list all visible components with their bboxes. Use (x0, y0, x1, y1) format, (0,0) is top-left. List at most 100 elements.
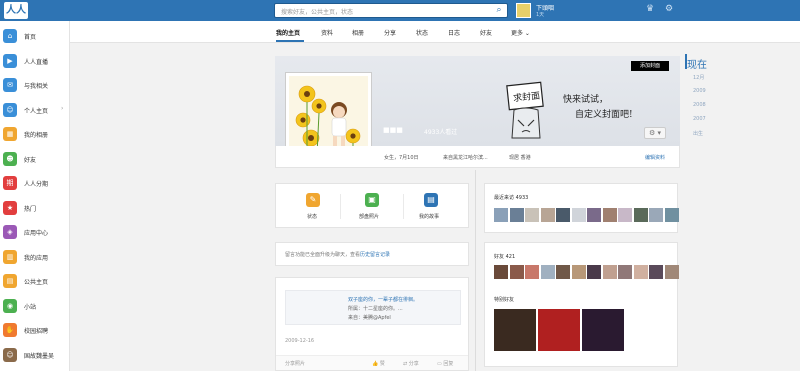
year-item[interactable]: 2009 (693, 88, 706, 94)
search-placeholder: 搜索好友，公共主页，状态 (281, 9, 354, 16)
visitor-avatar[interactable] (618, 208, 632, 222)
tab-friends[interactable]: 好友 (480, 28, 492, 37)
fire-icon: ★ (3, 200, 17, 215)
like-button[interactable]: 👍 赞 (372, 360, 385, 367)
friend-avatar[interactable] (649, 265, 663, 279)
divider (340, 194, 341, 219)
sidebar-item[interactable]: ◉ 小站 (0, 297, 70, 315)
friend-avatar[interactable] (664, 265, 679, 279)
sidebar-item[interactable]: ☻ 好友 (0, 150, 70, 168)
recent-visitors: 最近来访 4933 (484, 183, 679, 233)
sidebar-item[interactable]: ⌂ 首页 (0, 27, 70, 45)
friend-avatar[interactable] (494, 265, 508, 279)
year-item[interactable]: 2007 (693, 116, 706, 122)
sidebar-item-label: 我的相册 (24, 132, 49, 139)
year-item[interactable]: 出生 (693, 130, 703, 137)
sidebar-item[interactable]: ▥ 我的应用 (0, 248, 70, 266)
shared-title[interactable]: 双子座的你，一辈子都在徘徊。 (348, 296, 418, 303)
special-friend-photo[interactable] (538, 309, 580, 351)
visitor-avatar[interactable] (664, 208, 679, 222)
story-action-label[interactable]: 我的故事 (419, 213, 439, 220)
friend-avatar[interactable] (633, 265, 648, 279)
friend-avatar[interactable] (540, 265, 555, 279)
publish-actions: ✎ 状态 ▣ 部盘照片 ▤ 我的故事 (275, 183, 469, 228)
sidebar-item[interactable]: ▶ 人人直播 (0, 52, 70, 70)
cover-settings-icon[interactable]: ⚙ ▾ (644, 127, 666, 139)
edit-profile-link[interactable]: 编辑资料 (645, 154, 665, 161)
tab-profile-info[interactable]: 资料 (321, 28, 333, 37)
visitor-avatar[interactable] (633, 208, 648, 222)
apps-icon: ▥ (3, 249, 17, 264)
cover-hint-2: 自定义封面吧! (575, 110, 633, 120)
special-friend-photo[interactable] (582, 309, 624, 351)
sidebar-item-label: 热门 (24, 205, 37, 213)
shared-source: 来自：美腾@Apfel (348, 315, 391, 321)
avatar-icon: ☺ (3, 347, 17, 362)
friends-card: 好友 421 特别好友 (484, 242, 679, 367)
tab-more[interactable]: 更多 ⌄ (511, 28, 530, 37)
visitor-avatar[interactable] (602, 208, 617, 222)
sidebar-item[interactable]: ★ 热门 (0, 199, 70, 217)
add-cover-button[interactable]: 添加封面 (631, 61, 669, 71)
cover-hint-1: 快来试试， (563, 95, 609, 105)
visitor-avatar[interactable] (587, 208, 601, 222)
status-icon[interactable]: ✎ (306, 193, 320, 207)
visitor-avatar[interactable] (525, 208, 539, 222)
sidebar-item[interactable]: ☺ 个人主页 › (0, 101, 70, 119)
sidebar-item[interactable]: ▦ 我的相册 (0, 125, 70, 143)
sidebar-item[interactable]: ▤ 公共主页 (0, 272, 70, 290)
gear-icon[interactable]: ⚙ (665, 4, 673, 14)
visitor-avatar[interactable] (571, 208, 586, 222)
year-item[interactable]: 12月 (693, 74, 704, 81)
friend-avatar[interactable] (618, 265, 632, 279)
tab-share[interactable]: 分享 (384, 28, 396, 37)
friends-title[interactable]: 好友 421 (494, 253, 515, 260)
shared-content[interactable]: 双子座的你，一辈子都在徘徊。 所属：十二星座的你。... 来自：美腾@Apfel (285, 290, 461, 325)
tab-status[interactable]: 状态 (416, 28, 428, 37)
tab-home[interactable]: 我的主页 (276, 28, 300, 37)
repost-button[interactable]: ⇄ 分享 (403, 360, 419, 367)
friend-avatar[interactable] (509, 265, 524, 279)
year-now[interactable]: 现在 (687, 56, 707, 71)
sidebar-item[interactable]: ◈ 应用中心 (0, 223, 70, 241)
year-item[interactable]: 2008 (693, 102, 706, 108)
search-input[interactable]: 搜索好友，公共主页，状态 ⌕ (274, 3, 508, 18)
photo-action-label[interactable]: 部盘照片 (359, 213, 379, 220)
visitor-avatar[interactable] (494, 208, 508, 222)
visitor-avatar[interactable] (509, 208, 524, 222)
chevron-right-icon[interactable]: › (61, 105, 63, 112)
search-icon[interactable]: ⌕ (491, 4, 507, 17)
camera-icon[interactable]: ▣ (365, 193, 379, 207)
friend-avatar[interactable] (556, 265, 570, 279)
sidebar-item-label: 个人主页 (24, 107, 49, 115)
user-avatar[interactable] (516, 3, 531, 18)
profile-name: ■■■ (383, 126, 403, 134)
friend-avatar[interactable] (571, 265, 586, 279)
sidebar-item[interactable]: 期人人分期 (0, 174, 70, 192)
gender-birthday: 女生，7月10日 (384, 155, 419, 161)
friend-avatar[interactable] (587, 265, 601, 279)
tab-blog[interactable]: 日志 (448, 28, 460, 37)
divider (403, 194, 404, 219)
special-friends-title: 特别好友 (494, 297, 515, 303)
hometown: 来自黑龙江哈尔滨... (443, 155, 488, 161)
special-friend-photo[interactable] (494, 309, 536, 351)
friend-avatar[interactable] (525, 265, 539, 279)
timeline-divider (475, 170, 476, 371)
status-action-label[interactable]: 状态 (307, 213, 317, 220)
crown-icon[interactable]: ♛ (646, 4, 654, 14)
feed-item: 双子座的你，一辈子都在徘徊。 所属：十二星座的你。... 来自：美腾@Apfel… (275, 277, 469, 371)
visitor-avatar[interactable] (556, 208, 570, 222)
sidebar-item[interactable]: ☺ 国故魏墨吴 (0, 346, 70, 364)
friend-avatar[interactable] (602, 265, 617, 279)
tab-albums[interactable]: 相册 (352, 28, 364, 37)
sidebar-item[interactable]: ✋ 校园招聘 (0, 321, 70, 339)
sidebar-item[interactable]: ✉ 与我相关 (0, 76, 70, 94)
installment-icon: 期 (3, 176, 17, 190)
visitor-avatar[interactable] (649, 208, 663, 222)
reply-button[interactable]: ▭ 回复 (437, 360, 453, 367)
story-icon[interactable]: ▤ (424, 193, 438, 207)
history-messages-link[interactable]: 历史留言记录 (360, 252, 390, 258)
visitor-avatar[interactable] (540, 208, 555, 222)
renren-logo[interactable]: 人人 (4, 2, 28, 19)
